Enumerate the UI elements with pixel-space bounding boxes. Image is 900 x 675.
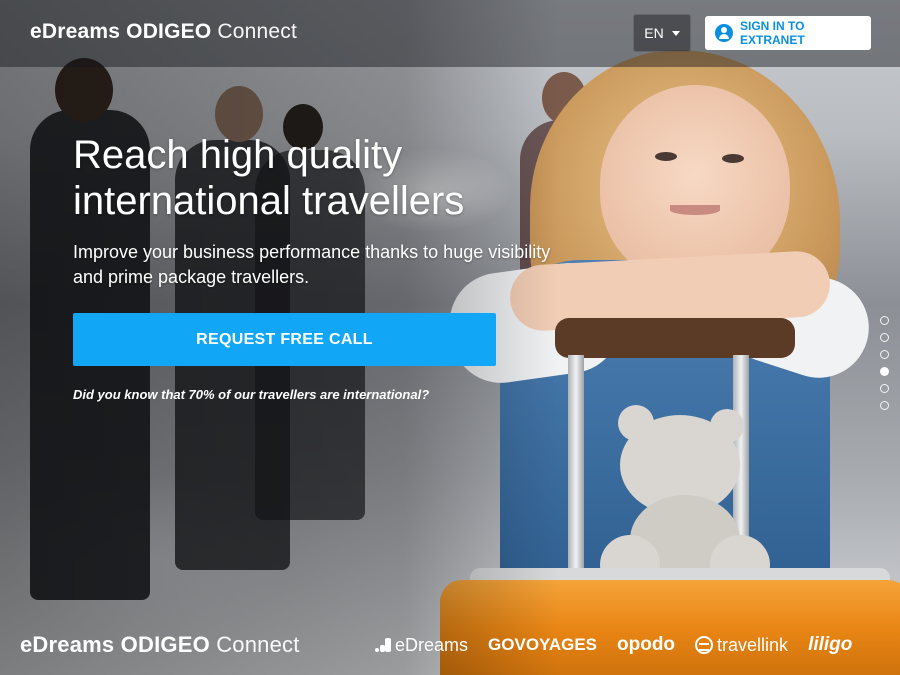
- caret-down-icon: [671, 30, 680, 36]
- edreams-mark-icon: [375, 638, 391, 652]
- brand-govoyages: GOVOYAGES: [488, 635, 597, 655]
- carousel-dot[interactable]: [880, 333, 889, 342]
- top-header: eDreams ODIGEO Connect EN SIGN IN TO EXT…: [0, 0, 900, 67]
- request-free-call-button[interactable]: REQUEST FREE CALL: [73, 313, 496, 366]
- brand-travellink-name: travellink: [717, 634, 789, 655]
- logo-light-text: Connect: [217, 20, 298, 43]
- carousel-dot[interactable]: [880, 350, 889, 359]
- hero-title: Reach high quality international travell…: [73, 132, 593, 224]
- carousel-dot[interactable]: [880, 401, 889, 410]
- footer-brand-logo: eDreams ODIGEO Connect: [20, 632, 300, 658]
- hero-note: Did you know that 70% of our travellers …: [73, 387, 430, 402]
- carousel-dot[interactable]: [880, 316, 889, 325]
- language-select[interactable]: EN: [633, 14, 691, 52]
- brand-travellink: travellink: [695, 635, 788, 656]
- brand-liligo-name: liligo: [808, 634, 853, 655]
- footer-logo-light-text: Connect: [216, 632, 300, 657]
- footer-logo-bold-text: eDreams ODIGEO: [20, 632, 210, 657]
- brand-opodo-name: opodo: [617, 634, 676, 655]
- brand-edreams: eDreams: [375, 635, 468, 656]
- globe-icon: [695, 636, 714, 654]
- carousel-dot-active[interactable]: [880, 367, 889, 376]
- brand-govoyages-name: GOVOYAGES: [488, 635, 597, 654]
- hero-subtitle: Improve your business performance thanks…: [73, 240, 593, 290]
- brand-logo[interactable]: eDreams ODIGEO Connect: [30, 20, 297, 44]
- carousel-dot[interactable]: [880, 384, 889, 393]
- carousel-dots: [880, 316, 889, 410]
- user-circle-icon: [715, 24, 733, 42]
- hero-title-line-2: international travellers: [73, 179, 465, 223]
- partner-brands: eDreams GOVOYAGES opodo travellink lilig…: [375, 630, 852, 660]
- hero-title-line-1: Reach high quality: [73, 133, 403, 177]
- brand-edreams-name: eDreams: [395, 634, 469, 655]
- landing-page: eDreams ODIGEO Connect EN SIGN IN TO EXT…: [0, 0, 900, 675]
- hero-subtitle-line-1: Improve your business performance thanks…: [73, 242, 551, 262]
- logo-bold-text: eDreams ODIGEO: [30, 20, 212, 43]
- hero-subtitle-line-2: and prime package travellers.: [73, 267, 310, 287]
- language-value: EN: [644, 25, 664, 41]
- sign-in-extranet-button[interactable]: SIGN IN TO EXTRANET: [705, 16, 871, 50]
- brand-liligo: liligo: [808, 634, 852, 656]
- brand-opodo: opodo: [617, 634, 675, 656]
- sign-in-label: SIGN IN TO EXTRANET: [740, 19, 805, 47]
